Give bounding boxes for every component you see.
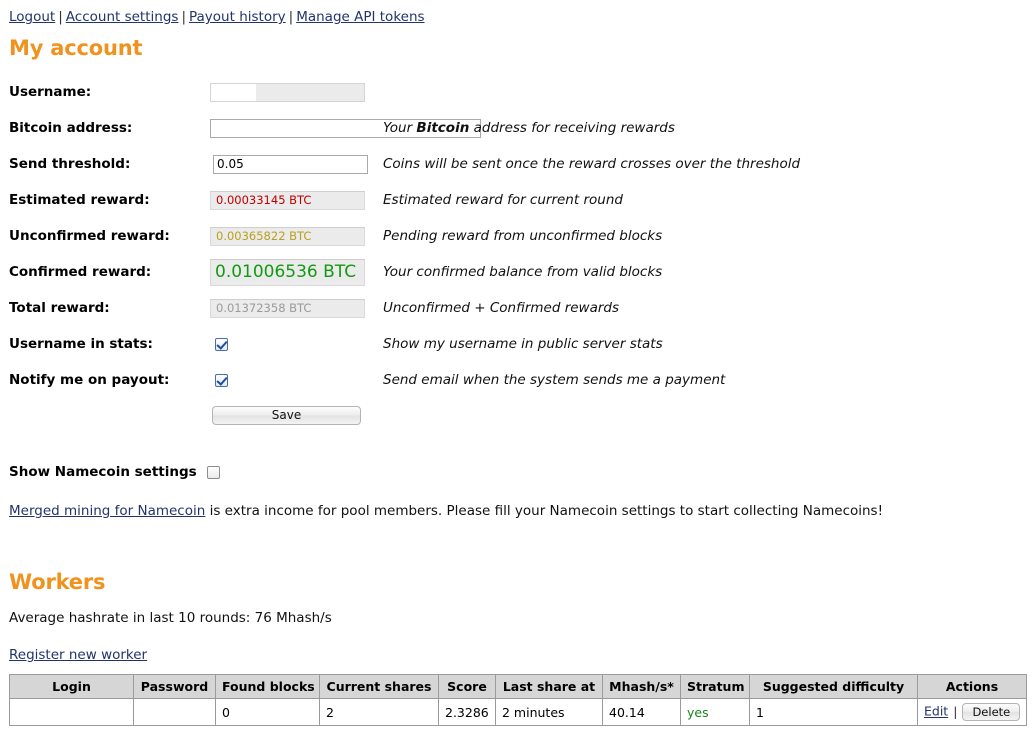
cell-score: 2.3286 (439, 699, 496, 726)
column-header-last-share-at[interactable]: Last share at (496, 675, 603, 699)
column-header-current-shares[interactable]: Current shares (320, 675, 439, 699)
account-form: Username: Bitcoin address: Your Bitcoin … (9, 74, 1035, 425)
desc-send-threshold: Coins will be sent once the reward cross… (383, 146, 1035, 182)
desc-username-in-stats: Show my username in public server stats (383, 326, 1035, 362)
label-estimated-reward: Estimated reward: (9, 182, 210, 218)
desc-notify-on-payout: Send email when the system sends me a pa… (383, 362, 1035, 398)
nav-link-logout[interactable]: Logout (9, 9, 55, 25)
nav-separator-1: | (55, 9, 66, 25)
field-send-threshold-cell (210, 155, 383, 174)
desc-total-reward: Unconfirmed + Confirmed rewards (383, 290, 1035, 326)
nav-separator-3: | (286, 9, 297, 25)
delete-worker-button[interactable]: Delete (962, 703, 1020, 721)
namecoin-note-text: is extra income for pool members. Please… (205, 503, 883, 519)
nav-link-account-settings[interactable]: Account settings (66, 9, 179, 25)
label-send-threshold: Send threshold: (9, 146, 210, 182)
edit-worker-link[interactable]: Edit (924, 704, 948, 719)
cell-last-share-at: 2 minutes (496, 699, 603, 726)
username-in-stats-checkbox[interactable] (215, 338, 228, 351)
namecoin-settings-toggle-row: Show Namecoin settings (9, 464, 1035, 480)
unconfirmed-reward-value: 0.00365822 BTC (210, 227, 365, 246)
desc-bitcoin-address-bold: Bitcoin (416, 120, 469, 136)
column-header-password[interactable]: Password (134, 675, 216, 699)
column-header-suggested-difficulty[interactable]: Suggested difficulty (750, 675, 918, 699)
column-header-mhash[interactable]: Mhash/s* (603, 675, 681, 699)
label-username-in-stats: Username in stats: (9, 326, 210, 362)
cell-stratum: yes (681, 699, 750, 726)
field-username-cell (210, 83, 383, 102)
field-unconfirmed-reward-cell: 0.00365822 BTC (210, 227, 383, 246)
nav-link-manage-api-tokens[interactable]: Manage API tokens (296, 9, 424, 25)
column-header-actions: Actions (918, 675, 1027, 699)
total-reward-value: 0.01372358 BTC (210, 299, 365, 318)
cell-login (10, 699, 134, 726)
workers-table-header-row: Login Password Found blocks Current shar… (10, 675, 1027, 699)
desc-bitcoin-address-post: address for receiving rewards (469, 120, 675, 136)
field-bitcoin-address-cell (210, 119, 383, 138)
field-estimated-reward-cell: 0.00033145 BTC (210, 191, 383, 210)
desc-bitcoin-address: Your Bitcoin address for receiving rewar… (383, 110, 1035, 146)
show-namecoin-settings-checkbox[interactable] (207, 466, 220, 479)
column-header-stratum[interactable]: Stratum (681, 675, 750, 699)
field-username-in-stats-cell (210, 338, 383, 351)
cell-password (134, 699, 216, 726)
estimated-reward-value: 0.00033145 BTC (210, 191, 365, 210)
column-header-score[interactable]: Score (439, 675, 496, 699)
label-total-reward: Total reward: (9, 290, 210, 326)
desc-unconfirmed-reward: Pending reward from unconfirmed blocks (383, 218, 1035, 254)
save-button[interactable]: Save (212, 406, 361, 425)
cell-actions: Edit|Delete (918, 699, 1027, 726)
top-navigation: Logout|Account settings|Payout history|M… (9, 8, 1035, 26)
register-new-worker-link[interactable]: Register new worker (9, 647, 147, 663)
send-threshold-input[interactable] (213, 155, 368, 174)
field-confirmed-reward-cell: 0.01006536 BTC (210, 259, 383, 286)
column-header-login[interactable]: Login (10, 675, 134, 699)
label-bitcoin-address: Bitcoin address: (9, 110, 210, 146)
desc-confirmed-reward: Your confirmed balance from valid blocks (383, 254, 1035, 290)
field-total-reward-cell: 0.01372358 BTC (210, 299, 383, 318)
nav-separator-2: | (178, 9, 189, 25)
confirmed-reward-value: 0.01006536 BTC (210, 259, 365, 286)
cell-suggested-difficulty: 1 (750, 699, 918, 726)
save-row: Save (210, 398, 383, 425)
desc-bitcoin-address-pre: Your (383, 120, 416, 136)
table-row: 0 2 2.3286 2 minutes 40.14 yes 1 Edit|De… (10, 699, 1027, 726)
actions-separator: | (948, 704, 962, 719)
column-header-found-blocks[interactable]: Found blocks (216, 675, 320, 699)
cell-current-shares: 2 (320, 699, 439, 726)
cell-mhash: 40.14 (603, 699, 681, 726)
label-unconfirmed-reward: Unconfirmed reward: (9, 218, 210, 254)
desc-estimated-reward: Estimated reward for current round (383, 182, 1035, 218)
label-confirmed-reward: Confirmed reward: (9, 254, 210, 290)
section-title-workers: Workers (9, 570, 1035, 594)
cell-found-blocks: 0 (216, 699, 320, 726)
label-username: Username: (9, 74, 210, 110)
page-root: Logout|Account settings|Payout history|M… (0, 0, 1035, 726)
page-title-my-account: My account (9, 36, 1035, 60)
notify-on-payout-checkbox[interactable] (215, 374, 228, 387)
merged-mining-link[interactable]: Merged mining for Namecoin (9, 503, 205, 519)
username-input-focus-area (211, 84, 256, 101)
label-notify-on-payout: Notify me on payout: (9, 362, 210, 398)
field-notify-on-payout-cell (210, 374, 383, 387)
nav-link-payout-history[interactable]: Payout history (189, 9, 286, 25)
average-hashrate-text: Average hashrate in last 10 rounds: 76 M… (9, 610, 1035, 626)
username-input[interactable] (210, 83, 365, 102)
namecoin-note: Merged mining for Namecoin is extra inco… (9, 503, 1035, 519)
workers-table: Login Password Found blocks Current shar… (9, 674, 1027, 726)
namecoin-toggle-label: Show Namecoin settings (9, 464, 197, 480)
